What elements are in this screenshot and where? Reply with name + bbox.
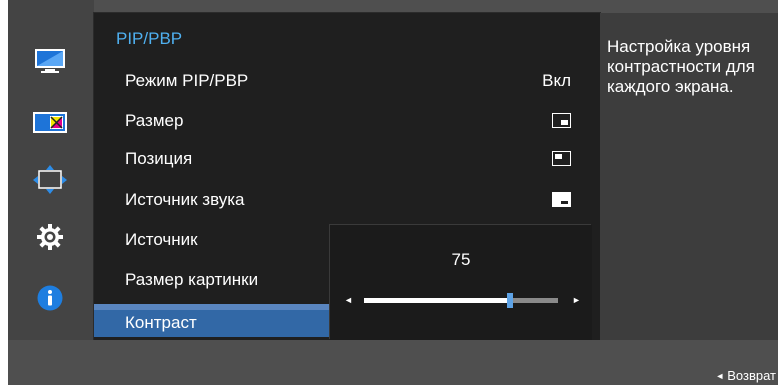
menu-item-label: Режим PIP/PBP — [125, 71, 249, 90]
menu-item-label: Размер картинки — [125, 270, 259, 289]
size-position-icon[interactable] — [30, 165, 70, 195]
slider-value: 75 — [451, 250, 471, 269]
menu-item-label: Позиция — [125, 149, 193, 168]
contrast-slider[interactable] — [364, 293, 558, 308]
contrast-slider-panel: 75 ◄ ► — [330, 225, 592, 340]
slider-right-arrow-icon[interactable]: ► — [572, 295, 581, 305]
info-icon[interactable] — [30, 283, 70, 313]
menu-item-contrast[interactable]: Контраст — [94, 304, 330, 337]
slider-thumb[interactable] — [507, 293, 513, 308]
menu-item-source[interactable]: Источник — [94, 225, 330, 255]
size-small-icon — [552, 113, 571, 128]
color-icon[interactable] — [30, 107, 70, 137]
menu-item-position[interactable]: Позиция — [94, 144, 600, 174]
sidebar — [8, 0, 94, 340]
menu-item-size[interactable]: Размер — [94, 106, 600, 136]
menu-item-pip-mode[interactable]: Режим PIP/PBP Вкл — [94, 66, 600, 96]
sound-source-sub-icon — [552, 192, 571, 207]
back-button[interactable]: ◄ Возврат — [715, 368, 776, 383]
menu-item-picture-size[interactable]: Размер картинки — [94, 265, 330, 295]
monitor-icon[interactable] — [30, 46, 70, 76]
menu-item-label: Контраст — [125, 313, 197, 332]
slider-left-arrow-icon[interactable]: ◄ — [344, 295, 353, 305]
help-text: Настройка уровня контрастности для каждо… — [607, 37, 755, 96]
menu-item-label: Размер — [125, 111, 184, 130]
menu-title: PIP/PBP — [116, 29, 183, 48]
slider-fill — [364, 298, 510, 303]
menu-item-value: Вкл — [542, 71, 571, 90]
menu-item-label: Источник — [125, 230, 198, 249]
osd-window: PIP/PBP Режим PIP/PBP Вкл Размер Позиция… — [8, 0, 778, 385]
position-top-left-icon — [552, 151, 571, 166]
bottom-bar — [8, 340, 778, 385]
menu-item-label: Источник звука — [125, 190, 245, 209]
back-arrow-icon: ◄ — [715, 371, 725, 381]
settings-gear-icon[interactable] — [30, 222, 70, 252]
menu-item-sound-source[interactable]: Источник звука — [94, 185, 600, 215]
back-label: Возврат — [727, 368, 776, 383]
